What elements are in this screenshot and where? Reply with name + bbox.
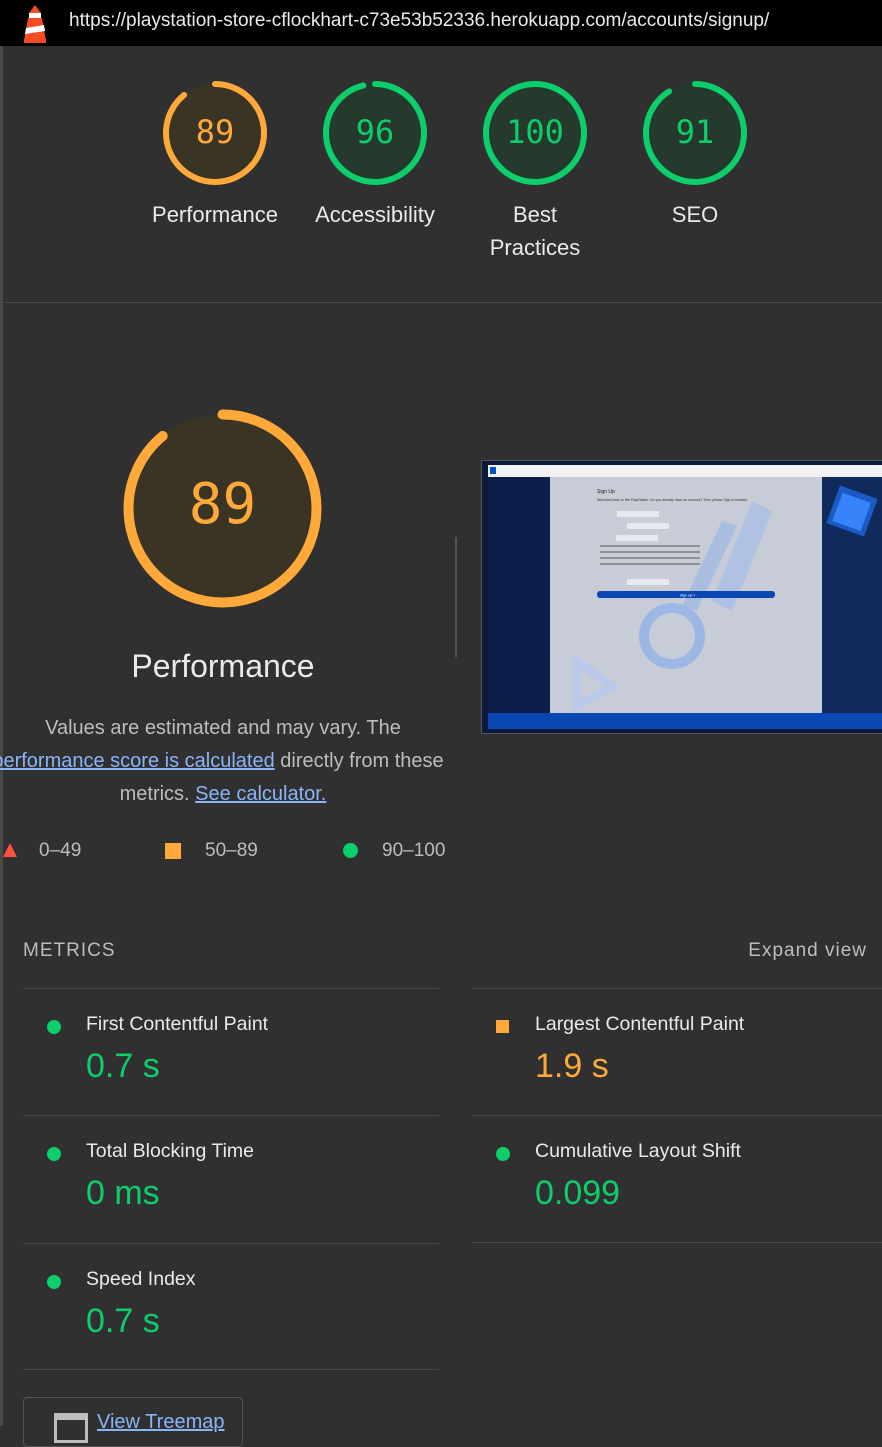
metric-name: Largest Contentful Paint (535, 1013, 745, 1035)
metric-cumulative-layout-shift: Cumulative Layout Shift 0.099 (472, 1115, 882, 1242)
gauge-label: Performance (152, 202, 278, 227)
gauge-score: 96 (355, 113, 395, 151)
screenshot-image: Sign Up Welcome back to the PlayStation.… (482, 461, 882, 733)
metric-name: Speed Index (86, 1268, 196, 1290)
triangle-icon (3, 843, 17, 857)
view-treemap-button[interactable]: View Treemap (23, 1397, 243, 1447)
gauge-score: 100 (506, 113, 564, 151)
metric-largest-contentful-paint: Largest Contentful Paint 1.9 s (472, 988, 882, 1115)
lighthouse-icon (24, 5, 46, 43)
gauge-score: 91 (675, 113, 715, 151)
metric-value: 0 ms (86, 1174, 160, 1212)
average-square-icon (496, 1020, 509, 1033)
metric-name: Total Blocking Time (86, 1140, 254, 1162)
gauge-label-line: Best (512, 202, 558, 227)
square-icon (165, 843, 181, 859)
page-screenshot-thumbnail[interactable]: Sign Up Welcome back to the PlayStation.… (481, 460, 882, 734)
performance-title: Performance (131, 648, 315, 684)
gauge-performance[interactable]: 89 Performance (140, 80, 290, 231)
pass-circle-icon (47, 1275, 61, 1289)
metric-value: 0.7 s (86, 1302, 160, 1340)
legend-fail-label: 0–49 (39, 840, 82, 861)
metric-value: 0.7 s (86, 1047, 160, 1085)
desc-line: metrics. See calculator. (0, 778, 446, 811)
score-calculated-link[interactable]: performance score is calculated (0, 750, 275, 772)
metric-value: 0.099 (535, 1174, 621, 1212)
metric-name: First Contentful Paint (86, 1013, 269, 1035)
pass-circle-icon (496, 1147, 510, 1161)
performance-description: Values are estimated and may vary. The p… (0, 712, 446, 811)
legend-pass-label: 90–100 (382, 840, 446, 861)
metric-row-divider (472, 1242, 882, 1243)
metrics-heading: METRICS (23, 940, 116, 961)
metric-name: Cumulative Layout Shift (535, 1140, 741, 1162)
desc-line: Values are estimated and may vary. The (45, 717, 401, 739)
desc-text: metrics. (119, 783, 196, 805)
pass-circle-icon (47, 1147, 61, 1161)
circle-icon (343, 843, 358, 858)
desc-line: performance score is calculated directly… (0, 745, 446, 778)
metric-speed-index: Speed Index 0.7 s (23, 1243, 439, 1370)
thumb-intro: Welcome back to the PlayStation. Do you … (597, 498, 748, 502)
gauge-seo[interactable]: 91 SEO (620, 80, 770, 231)
gauge-label: Accessibility (315, 202, 435, 227)
page-url[interactable]: https://playstation-store-cflockhart-c73… (69, 10, 769, 32)
gauge-score: 89 (195, 113, 235, 151)
desc-text: directly from these (274, 750, 444, 772)
metric-value: 1.9 s (535, 1047, 609, 1085)
legend-average-label: 50–89 (205, 840, 258, 861)
vertical-separator (455, 537, 457, 657)
see-calculator-link[interactable]: See calculator. (195, 783, 326, 805)
thumb-heading: Sign Up (597, 489, 615, 495)
section-divider (3, 302, 882, 303)
thumb-button: Sign Up » (680, 594, 695, 598)
gauge-best-practices[interactable]: 100 Best Practices (460, 80, 610, 264)
gauge-label-line: Practices (489, 235, 581, 260)
view-treemap-label: View Treemap (97, 1411, 225, 1433)
metric-total-blocking-time: Total Blocking Time 0 ms (23, 1115, 439, 1242)
pass-circle-icon (47, 1020, 61, 1034)
metric-first-contentful-paint: First Contentful Paint 0.7 s (23, 988, 439, 1115)
gauge-accessibility[interactable]: 96 Accessibility (300, 80, 450, 231)
expand-view-toggle[interactable]: Expand view (748, 940, 867, 962)
performance-score: 89 (188, 472, 257, 537)
gauge-label: SEO (671, 202, 719, 227)
url-bar: https://playstation-store-cflockhart-c73… (0, 0, 882, 46)
treemap-icon (54, 1413, 88, 1443)
metric-row-divider (23, 1369, 439, 1370)
gauge-label: Best Practices (460, 198, 610, 264)
